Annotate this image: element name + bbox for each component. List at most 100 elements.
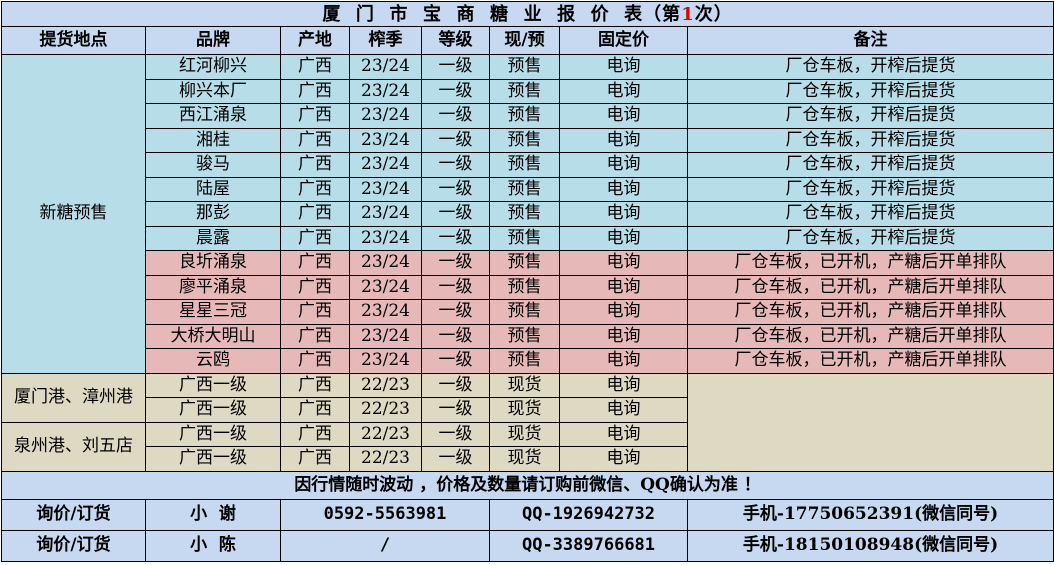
- cell-note: 厂仓车板，开榨后提货: [686, 176, 1054, 202]
- cell-type: 现货: [489, 421, 560, 447]
- table-row: 西江涌泉 广西 23/24 一级 预售 电询 厂仓车板，开榨后提货: [2, 103, 1054, 129]
- cell-brand: 湘桂: [145, 127, 281, 153]
- cell-origin: 广西: [280, 323, 350, 349]
- table-row: 柳兴本厂 广西 23/24 一级 预售 电询 厂仓车板，开榨后提货: [2, 78, 1054, 104]
- cell-origin: 广西: [280, 152, 350, 178]
- cell-note: 厂仓车板，开榨后提货: [686, 152, 1054, 178]
- cell-type: 预售: [489, 103, 560, 129]
- cell-grade: 一级: [421, 152, 490, 178]
- cell-note: 厂仓车板，已开机，产糖后开单排队: [686, 274, 1054, 300]
- cell-price: 电询: [559, 103, 688, 129]
- notice-text: 因行情随时波动 ，价格及数量请订购前微信、QQ确认为准 ！: [0, 470, 1054, 500]
- contact-row: 询价/订货 小 谢 0592-5563981 QQ-1926942732 手机-…: [1, 498, 1054, 531]
- cell-note-empty: [686, 372, 1054, 472]
- cell-note: 厂仓车板，开榨后提货: [686, 54, 1054, 80]
- cell-note: 厂仓车板，开榨后提货: [686, 225, 1054, 251]
- table-row: 湘桂 广西 23/24 一级 预售 电询 厂仓车板，开榨后提货: [2, 127, 1054, 153]
- cell-brand: 星星三冠: [145, 299, 281, 325]
- cell-type: 预售: [489, 250, 560, 276]
- cell-type: 现货: [489, 446, 560, 472]
- cell-price: 电询: [559, 299, 688, 325]
- title-main: 厦 门 市 宝 商 糖 业 报 价 表（第: [322, 3, 682, 25]
- cell-note: 厂仓车板，开榨后提货: [686, 103, 1054, 129]
- cell-brand: 陆屋: [145, 176, 281, 202]
- price-table: 厦 门 市 宝 商 糖 业 报 价 表（第1次） 提货地点 品牌 产地 榨季 等…: [0, 1, 1054, 562]
- cell-grade: 一级: [421, 250, 490, 276]
- cell-origin: 广西: [280, 421, 350, 447]
- group-cell-presale: 新糖预售: [1, 54, 146, 374]
- cell-grade: 一级: [421, 127, 490, 153]
- cell-grade: 一级: [421, 348, 490, 374]
- cell-note: 厂仓车板，开榨后提货: [686, 127, 1054, 153]
- cell-season: 22/23: [349, 446, 422, 472]
- cell-type: 预售: [489, 201, 560, 227]
- cell-grade: 一级: [421, 372, 490, 398]
- cell-brand: 骏马: [145, 152, 281, 178]
- cell-brand: 广西一级: [145, 421, 281, 447]
- cell-price: 电询: [559, 446, 688, 472]
- header-row: 提货地点 品牌 产地 榨季 等级 现/预 固定价 备注: [1, 26, 1054, 55]
- col-header-origin: 产地: [280, 26, 350, 55]
- col-header-grade: 等级: [421, 26, 490, 55]
- cell-season: 23/24: [349, 103, 422, 129]
- cell-price: 电询: [559, 372, 688, 398]
- cell-price: 电询: [559, 323, 688, 349]
- cell-price: 电询: [559, 397, 688, 423]
- cell-season: 23/24: [349, 176, 422, 202]
- cell-grade: 一级: [421, 176, 490, 202]
- cell-note: 厂仓车板，已开机，产糖后开单排队: [686, 323, 1054, 349]
- cell-season: 23/24: [349, 152, 422, 178]
- table-row: 云鸥 广西 23/24 一级 预售 电询 厂仓车板，已开机，产糖后开单排队: [2, 348, 1054, 374]
- cell-brand: 广西一级: [145, 397, 281, 423]
- cell-season: 23/24: [349, 225, 422, 251]
- cell-grade: 一级: [421, 397, 490, 423]
- cell-origin: 广西: [280, 127, 350, 153]
- cell-grade: 一级: [421, 54, 490, 80]
- table-row: 良圻涌泉 广西 23/24 一级 预售 电询 厂仓车板，已开机，产糖后开单排队: [2, 250, 1054, 276]
- cell-season: 22/23: [349, 421, 422, 447]
- title-row: 厦 门 市 宝 商 糖 业 报 价 表（第1次）: [0, 1, 1054, 27]
- cell-price: 电询: [559, 201, 688, 227]
- table-row: 大桥大明山 广西 23/24 一级 预售 电询 厂仓车板，已开机，产糖后开单排队: [2, 323, 1054, 349]
- cell-origin: 广西: [280, 348, 350, 374]
- cell-brand: 广西一级: [145, 446, 281, 472]
- cell-note: 厂仓车板，开榨后提货: [686, 78, 1054, 104]
- cell-note: 厂仓车板，已开机，产糖后开单排队: [686, 348, 1054, 374]
- cell-season: 23/24: [349, 299, 422, 325]
- cell-type: 预售: [489, 348, 560, 374]
- title-number: 1: [681, 3, 695, 25]
- group-cell-xiamen: 厦门港、漳州港: [1, 372, 146, 423]
- cell-price: 电询: [559, 78, 688, 104]
- cell-price: 电询: [559, 54, 688, 80]
- cell-grade: 一级: [421, 323, 490, 349]
- cell-origin: 广西: [280, 225, 350, 251]
- cell-type: 预售: [489, 127, 560, 153]
- cell-origin: 广西: [280, 54, 350, 80]
- cell-price: 电询: [559, 152, 688, 178]
- cell-season: 23/24: [349, 54, 422, 80]
- cell-type: 预售: [489, 54, 560, 80]
- cell-brand: 广西一级: [145, 372, 281, 398]
- cell-note: 厂仓车板，已开机，产糖后开单排队: [686, 250, 1054, 276]
- cell-grade: 一级: [421, 421, 490, 447]
- table-row: 那彭 广西 23/24 一级 预售 电询 厂仓车板，开榨后提货: [2, 201, 1054, 227]
- table-row: 星星三冠 广西 23/24 一级 预售 电询 厂仓车板，已开机，产糖后开单排队: [2, 299, 1054, 325]
- cell-season: 23/24: [349, 250, 422, 276]
- cell-season: 23/24: [349, 127, 422, 153]
- contact-qq: QQ-1926942732: [489, 498, 688, 531]
- page-title: 厦 门 市 宝 商 糖 业 报 价 表（第1次）: [0, 1, 1054, 27]
- cell-season: 23/24: [349, 274, 422, 300]
- cell-origin: 广西: [280, 250, 350, 276]
- cell-season: 23/24: [349, 323, 422, 349]
- cell-brand: 那彭: [145, 201, 281, 227]
- cell-price: 电询: [559, 225, 688, 251]
- group-cell-quanzhou: 泉州港、刘五店: [1, 421, 146, 472]
- cell-type: 预售: [489, 274, 560, 300]
- cell-origin: 广西: [280, 78, 350, 104]
- cell-grade: 一级: [421, 225, 490, 251]
- cell-season: 23/24: [349, 78, 422, 104]
- cell-brand: 大桥大明山: [145, 323, 281, 349]
- cell-brand: 廖平涌泉: [145, 274, 281, 300]
- cell-type: 预售: [489, 323, 560, 349]
- cell-season: 23/24: [349, 348, 422, 374]
